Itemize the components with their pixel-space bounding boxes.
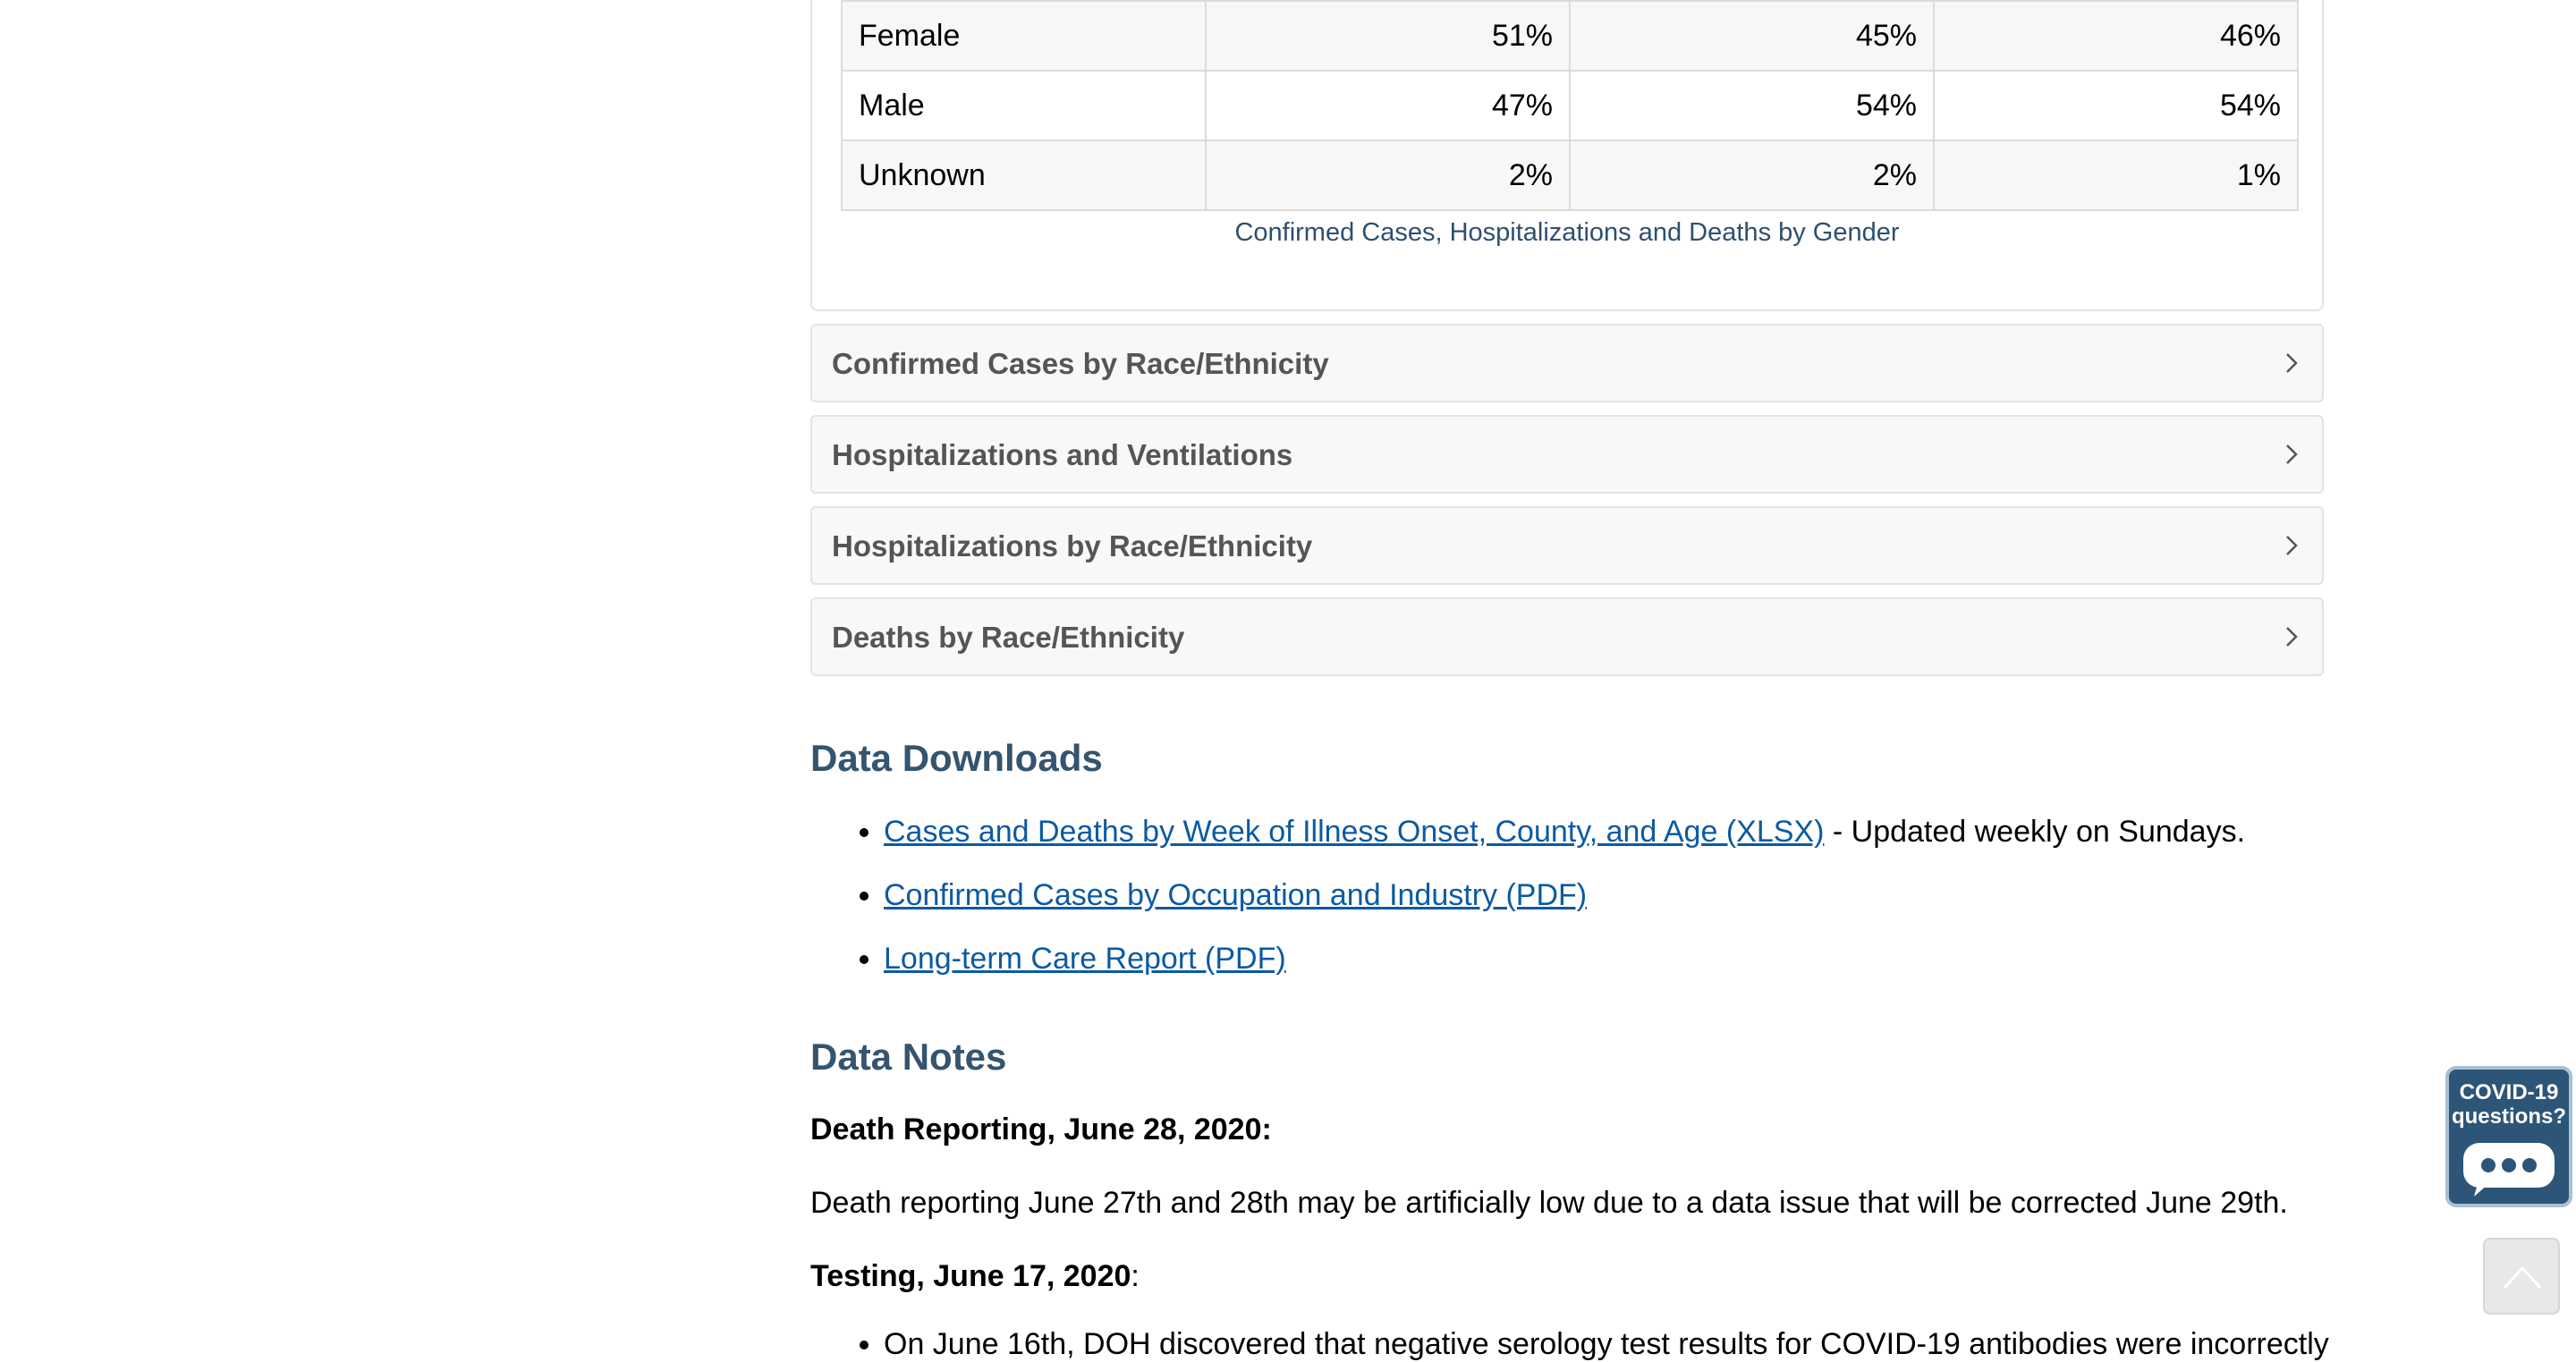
table-row: Unknown 2% 2% 1%: [841, 140, 2299, 211]
widget-label: COVID-19 questions?: [2449, 1070, 2569, 1129]
cases-value: 47%: [1205, 70, 1571, 141]
chevron-right-icon: [2286, 353, 2298, 373]
download-note: - Updated weekly on Sundays.: [1824, 815, 2246, 849]
accordion-confirmed-cases-race[interactable]: Confirmed Cases by Race/Ethnicity: [810, 324, 2324, 402]
hospitalizations-value: 45%: [1569, 0, 1935, 72]
gender-table: Female 51% 45% 46% Male 47% 54% 54% Unkn…: [841, 0, 2299, 211]
chevron-right-icon: [2286, 536, 2298, 555]
downloads-list: Cases and Deaths by Week of Illness Onse…: [810, 812, 2245, 1002]
main-content: Female 51% 45% 46% Male 47% 54% 54% Unkn…: [810, 0, 2329, 1361]
hospitalizations-value: 54%: [1569, 70, 1935, 141]
chat-bubble-icon: [2463, 1143, 2555, 1197]
deaths-value: 54%: [1933, 70, 2299, 141]
table-row: Female 51% 45% 46%: [841, 0, 2299, 72]
accordion-hospitalizations-race[interactable]: Hospitalizations by Race/Ethnicity: [810, 506, 2324, 585]
cases-value: 2%: [1205, 140, 1571, 211]
testing-colon: :: [1131, 1259, 1140, 1293]
data-downloads-heading: Data Downloads: [810, 737, 1103, 779]
deaths-value: 46%: [1933, 0, 2299, 72]
widget-line-1: COVID-19: [2459, 1080, 2559, 1104]
deaths-value: 1%: [1933, 140, 2299, 211]
row-label: Male: [841, 70, 1207, 141]
row-label: Female: [841, 0, 1207, 72]
download-link-cases-deaths-xlsx[interactable]: Cases and Deaths by Week of Illness Onse…: [884, 815, 1824, 849]
list-item: Long-term Care Report (PDF): [884, 939, 2245, 1002]
download-link-occupation-pdf[interactable]: Confirmed Cases by Occupation and Indust…: [884, 878, 1587, 912]
hospitalizations-value: 2%: [1569, 140, 1935, 211]
scroll-to-top-button[interactable]: [2483, 1238, 2560, 1315]
covid-questions-widget[interactable]: COVID-19 questions?: [2445, 1066, 2572, 1207]
accordion-deaths-race[interactable]: Deaths by Race/Ethnicity: [810, 597, 2324, 676]
chevron-right-icon: [2286, 627, 2298, 647]
table-row: Male 47% 54% 54%: [841, 70, 2299, 141]
widget-line-2: questions?: [2451, 1104, 2566, 1129]
accordion-title: Hospitalizations by Race/Ethnicity: [832, 529, 1313, 563]
accordion-hospitalizations-ventilations[interactable]: Hospitalizations and Ventilations: [810, 415, 2324, 494]
testing-heading: Testing, June 17, 2020: [810, 1259, 1131, 1293]
accordion-title: Hospitalizations and Ventilations: [832, 438, 1293, 471]
death-reporting-text: Death reporting June 27th and 28th may b…: [810, 1186, 2288, 1220]
chevron-right-icon: [2286, 444, 2298, 464]
data-notes-heading: Data Notes: [810, 1036, 1007, 1078]
chevron-up-icon: [2503, 1265, 2542, 1290]
accordion-title: Confirmed Cases by Race/Ethnicity: [832, 347, 1329, 380]
table-caption: Confirmed Cases, Hospitalizations and De…: [1234, 218, 1900, 247]
download-link-long-term-care-pdf[interactable]: Long-term Care Report (PDF): [884, 942, 1286, 976]
gender-table-card: Female 51% 45% 46% Male 47% 54% 54% Unkn…: [810, 0, 2324, 311]
list-item: Confirmed Cases by Occupation and Indust…: [884, 876, 2245, 939]
testing-heading-line: Testing, June 17, 2020:: [810, 1259, 1140, 1294]
death-reporting-heading: Death Reporting, June 28, 2020:: [810, 1112, 1272, 1146]
row-label: Unknown: [841, 140, 1207, 211]
accordion-title: Deaths by Race/Ethnicity: [832, 621, 1185, 654]
list-item: Cases and Deaths by Week of Illness Onse…: [884, 812, 2245, 876]
cases-value: 51%: [1205, 0, 1571, 72]
